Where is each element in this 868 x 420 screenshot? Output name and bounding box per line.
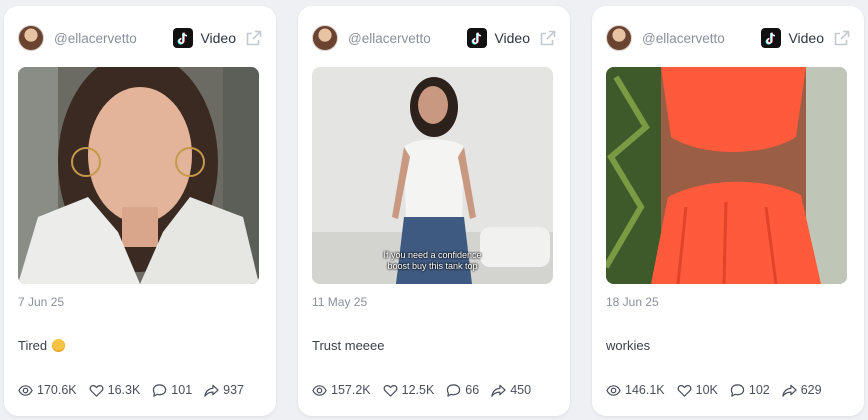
likes-count: 10K [695, 383, 718, 397]
post-date: 7 Jun 25 [18, 295, 65, 309]
shares-stat: 629 [782, 383, 822, 398]
heart-icon [677, 384, 692, 397]
comment-icon [730, 383, 745, 397]
views-count: 146.1K [625, 383, 665, 397]
card-header: @ellacervetto Video [312, 24, 556, 52]
likes-stat: 16.3K [89, 383, 141, 398]
avatar[interactable] [606, 25, 632, 51]
post-caption: Trust meeee [312, 338, 385, 353]
share-icon [491, 384, 506, 397]
platform-label: Video [788, 30, 824, 46]
views-stat: 157.2K [312, 383, 371, 398]
external-link-icon[interactable] [540, 30, 556, 46]
avatar[interactable] [18, 25, 44, 51]
heart-icon [89, 384, 104, 397]
post-thumbnail[interactable] [18, 67, 259, 284]
card-header: @ellacervetto Video [18, 24, 262, 52]
post-caption: Tired [18, 338, 66, 353]
shares-count: 937 [223, 383, 245, 397]
tiktok-icon [173, 28, 194, 48]
tiktok-icon [761, 28, 782, 48]
heart-icon [383, 384, 398, 397]
post-date: 11 May 25 [312, 295, 368, 309]
shares-count: 450 [510, 383, 532, 397]
post-card[interactable]: @ellacervetto Video If you need a confid… [298, 6, 570, 416]
external-link-icon[interactable] [246, 30, 262, 46]
creator-handle[interactable]: @ellacervetto [642, 31, 761, 46]
views-count: 170.6K [37, 383, 77, 397]
views-count: 157.2K [331, 383, 371, 397]
post-card[interactable]: @ellacervetto Video 18 Jun 25 workies 14… [592, 6, 864, 416]
creator-handle[interactable]: @ellacervetto [54, 31, 173, 46]
likes-count: 16.3K [107, 383, 141, 397]
eye-icon [606, 384, 621, 396]
views-stat: 170.6K [18, 383, 77, 398]
likes-stat: 12.5K [383, 383, 435, 398]
eye-icon [312, 384, 327, 396]
post-caption: workies [606, 338, 650, 353]
platform-badge: Video [173, 28, 236, 48]
post-thumbnail[interactable]: If you need a confidence boost buy this … [312, 67, 553, 284]
platform-badge: Video [761, 28, 824, 48]
comment-icon [447, 383, 461, 397]
share-icon [782, 384, 797, 397]
creator-handle[interactable]: @ellacervetto [348, 31, 467, 46]
likes-count: 12.5K [401, 383, 435, 397]
thumbnail-image [606, 67, 847, 284]
post-stats: 157.2K 12.5K 66 450 [312, 381, 556, 399]
card-header: @ellacervetto Video [606, 24, 850, 52]
likes-stat: 10K [677, 383, 718, 398]
share-icon [204, 384, 219, 397]
caption-text: workies [606, 338, 651, 353]
caption-text: Tired [18, 338, 48, 353]
avatar[interactable] [312, 25, 338, 51]
comments-count: 66 [465, 383, 480, 397]
post-stats: 170.6K 16.3K 101 937 [18, 381, 262, 399]
post-card-grid: @ellacervetto Video 7 Jun 25 Tired 170.6… [0, 6, 868, 420]
comments-count: 101 [171, 383, 193, 397]
shares-stat: 937 [204, 383, 244, 398]
platform-label: Video [494, 30, 530, 46]
comments-stat: 66 [446, 383, 479, 398]
post-stats: 146.1K 10K 102 629 [606, 381, 850, 399]
tiktok-icon [467, 28, 488, 48]
thumbnail-image [18, 67, 259, 284]
video-text-overlay: If you need a confidence boost buy this … [383, 250, 482, 271]
comments-count: 102 [748, 383, 770, 397]
shares-stat: 450 [491, 383, 531, 398]
comments-stat: 101 [152, 383, 192, 398]
post-card[interactable]: @ellacervetto Video 7 Jun 25 Tired 170.6… [4, 6, 276, 416]
post-thumbnail[interactable] [606, 67, 847, 284]
platform-badge: Video [467, 28, 530, 48]
comment-icon [153, 383, 167, 397]
external-link-icon[interactable] [834, 30, 850, 46]
views-stat: 146.1K [606, 383, 665, 398]
yawning-face-emoji [52, 339, 66, 352]
comments-stat: 102 [730, 383, 770, 398]
platform-label: Video [200, 30, 236, 46]
post-date: 18 Jun 25 [606, 295, 659, 309]
shares-count: 629 [800, 383, 822, 397]
eye-icon [18, 384, 33, 396]
caption-text: Trust meeee [312, 338, 385, 353]
